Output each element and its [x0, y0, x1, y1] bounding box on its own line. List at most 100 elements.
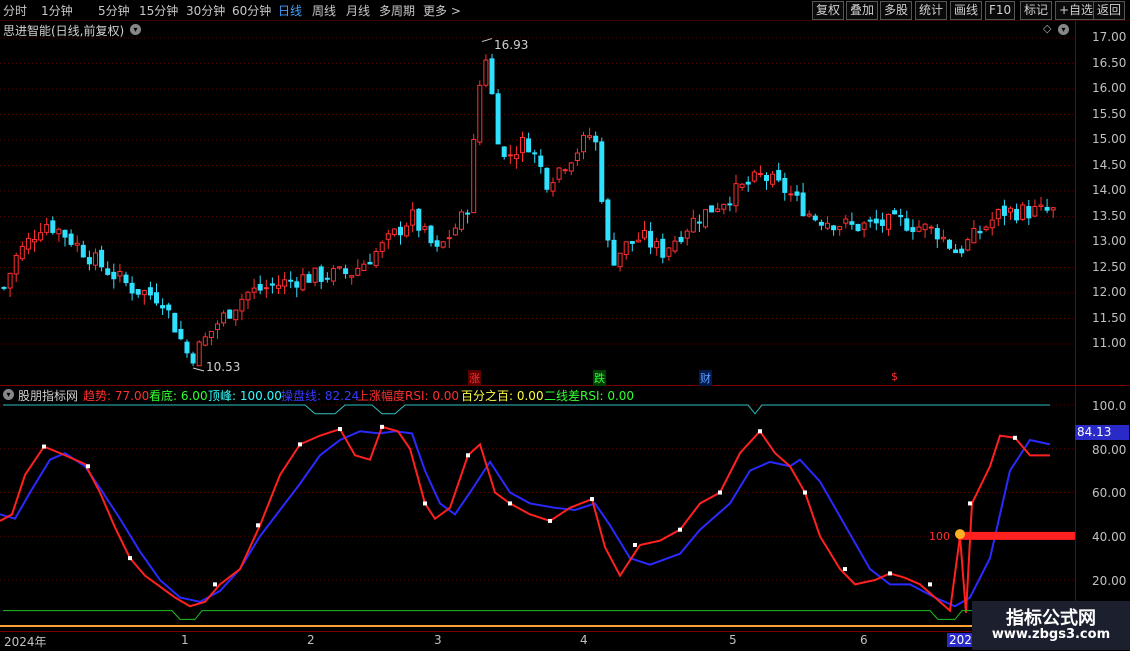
trend-marker: [843, 567, 847, 572]
candle-down: [660, 238, 666, 258]
candle-down: [111, 271, 117, 280]
price-tick: 11.00: [1092, 336, 1127, 350]
trend-marker: [256, 523, 260, 528]
candle-down: [947, 239, 952, 249]
candle-up: [922, 223, 928, 231]
candle-down: [1044, 206, 1050, 211]
candle-up: [581, 134, 586, 153]
trend-marker: [968, 501, 972, 506]
candle-up: [562, 169, 568, 172]
price-tick: 17.00: [1092, 30, 1127, 44]
candle-down: [800, 192, 806, 217]
candle-down: [782, 177, 788, 193]
candle-down: [1026, 205, 1032, 219]
candle-up: [208, 330, 214, 339]
candle-up: [422, 226, 428, 230]
candle-down: [611, 239, 617, 266]
candle-up: [239, 298, 245, 312]
candle-down: [80, 244, 86, 258]
low-pointer: [192, 367, 205, 372]
high-pointer: [481, 38, 493, 43]
candle-up: [751, 171, 757, 182]
candle-down: [343, 268, 349, 275]
candle-down: [1001, 205, 1007, 216]
candle-up: [379, 242, 385, 253]
price-tick: 16.50: [1092, 56, 1127, 70]
candle-down: [99, 249, 105, 268]
candle-down: [105, 268, 111, 275]
trend-marker: [718, 490, 722, 495]
trend-marker: [338, 427, 342, 432]
candle-down: [190, 353, 196, 364]
candle-down: [367, 261, 373, 265]
price-tick: 13.50: [1092, 209, 1127, 223]
candle-up: [788, 193, 794, 196]
candle-up: [117, 270, 123, 277]
event-marker-finance[interactable]: 财: [699, 370, 712, 386]
candle-up: [739, 183, 745, 188]
candle-down: [879, 219, 885, 226]
candle-up: [196, 341, 202, 367]
candle-down: [154, 292, 159, 304]
candle-down: [434, 240, 440, 247]
candle-up: [715, 208, 721, 212]
high-price-label: 16.93: [494, 38, 529, 52]
candle-up: [215, 323, 220, 331]
chart-canvas[interactable]: [0, 0, 1075, 631]
candle-up: [672, 240, 678, 252]
candle-up: [19, 245, 25, 260]
time-tick: 6: [860, 633, 868, 647]
candle-down: [904, 218, 910, 231]
time-tick: 1: [181, 633, 189, 647]
trend-marker: [1013, 435, 1017, 440]
candle-up: [483, 59, 489, 86]
candle-down: [898, 215, 904, 218]
candle-down: [532, 152, 538, 155]
candle-up: [276, 284, 281, 289]
candle-down: [306, 274, 312, 283]
candle-down: [678, 236, 684, 243]
candle-down: [135, 289, 141, 295]
candle-up: [733, 183, 739, 207]
candle-up: [233, 309, 239, 321]
trend-marker: [590, 497, 594, 502]
candle-down: [398, 226, 403, 236]
candle-down: [416, 208, 422, 231]
time-tick: 2: [307, 633, 315, 647]
event-marker-fall[interactable]: 跌: [593, 370, 606, 386]
candle-up: [141, 290, 147, 296]
candle-up: [300, 274, 306, 291]
back-button[interactable]: 返回: [1093, 1, 1126, 20]
candle-up: [25, 237, 31, 250]
candle-down: [648, 230, 654, 248]
candle-up: [928, 226, 934, 229]
signal-band: [958, 531, 1075, 540]
event-marker-rise[interactable]: 涨: [468, 370, 481, 386]
candle-down: [526, 138, 532, 153]
indicator-tick: 40.00: [1092, 530, 1127, 544]
candle-up: [410, 209, 416, 226]
trend-marker: [128, 556, 132, 561]
candle-down: [764, 174, 769, 181]
candle-down: [324, 277, 330, 280]
indicator-tick: 80.00: [1092, 443, 1127, 457]
candle-down: [855, 223, 861, 232]
candle-down: [50, 220, 56, 233]
candle-up: [837, 226, 843, 231]
candle-down: [873, 218, 879, 224]
candle-up: [965, 239, 971, 251]
candle-up: [13, 254, 19, 275]
event-marker-dollar[interactable]: $: [890, 370, 899, 383]
candle-up: [361, 263, 367, 272]
candle-up: [770, 173, 776, 185]
candle-up: [507, 154, 513, 157]
watermark-url: www.zbgs3.com: [991, 627, 1111, 642]
candle-up: [440, 241, 446, 248]
candle-down: [172, 312, 178, 333]
candle-up: [587, 135, 593, 138]
trend-marker: [803, 490, 807, 495]
candle-up: [1008, 207, 1013, 213]
candle-down: [227, 309, 233, 319]
candle-down: [953, 249, 959, 254]
candle-up: [684, 230, 690, 239]
